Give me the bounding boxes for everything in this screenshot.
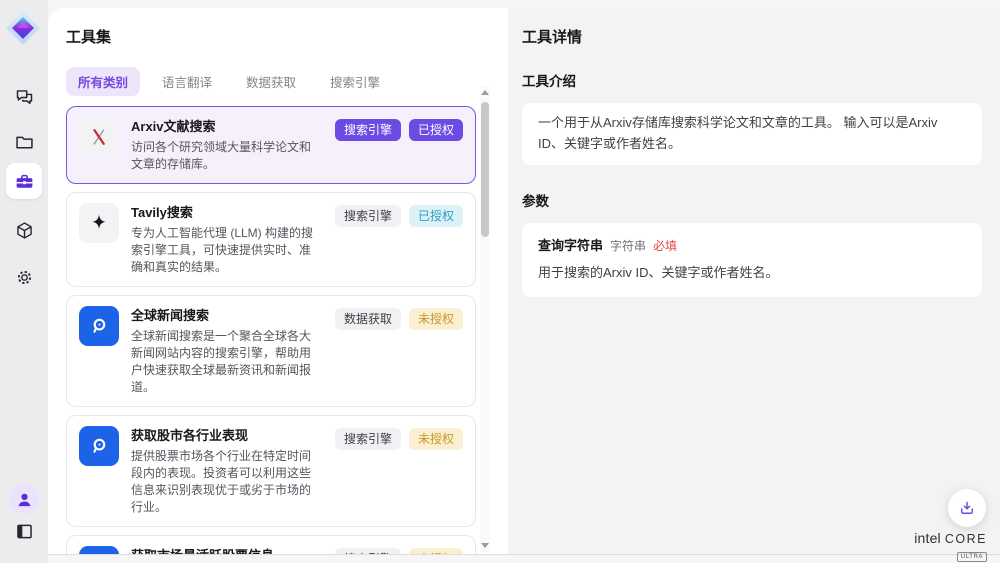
download-button[interactable]: [948, 489, 986, 527]
tool-card[interactable]: Arxiv文献搜索 访问各个研究领域大量科学论文和文章的存储库。 搜索引擎已授权: [66, 106, 476, 184]
scroll-up-arrow-icon[interactable]: [481, 90, 489, 95]
tool-card[interactable]: 全球新闻搜索 全球新闻搜索是一个聚合全球各大新闻网站内容的搜索引擎，帮助用户快速…: [66, 295, 476, 407]
main-shell: 工具集 所有类别语言翻译数据获取搜索引擎 Arxiv文献搜索 访问各个研究领域大…: [48, 8, 1000, 555]
tool-detail-panel: 工具详情 工具介绍 一个用于从Arxiv存储库搜索科学论文和文章的工具。 输入可…: [508, 8, 1000, 554]
param-required-label: 必填: [653, 237, 677, 256]
user-avatar-icon: [14, 489, 35, 510]
params-heading: 参数: [522, 190, 982, 210]
tool-title: 全球新闻搜索: [131, 307, 323, 325]
intro-heading: 工具介绍: [522, 70, 982, 90]
search-blue-icon: [79, 426, 119, 466]
tool-title: Tavily搜索: [131, 204, 323, 222]
tool-description: 提供股票市场各个行业在特定时间段内的表现。投资者可以利用这些信息来识别表现优于或…: [131, 448, 323, 516]
auth-status-badge: 已授权: [409, 119, 463, 141]
tool-title: 获取股市各行业表现: [131, 427, 323, 445]
tool-badges: 搜索引擎已授权: [335, 117, 463, 173]
user-profile-button[interactable]: [6, 481, 42, 517]
param-type: 字符串: [610, 237, 646, 256]
brand-intel-text: intel: [914, 531, 941, 545]
intro-box: 一个用于从Arxiv存储库搜索科学论文和文章的工具。 输入可以是Arxiv ID…: [522, 103, 982, 165]
arxiv-x-icon: [79, 117, 119, 157]
collapse-sidebar-button[interactable]: [6, 513, 42, 549]
tool-title: Arxiv文献搜索: [131, 118, 323, 136]
category-badge: 搜索引擎: [335, 119, 401, 141]
brand-ultra-badge: ultra: [957, 552, 987, 562]
intro-text: 一个用于从Arxiv存储库搜索科学论文和文章的工具。 输入可以是Arxiv ID…: [538, 115, 937, 151]
tool-badges: 数据获取未授权: [335, 306, 463, 396]
chat-icon: [14, 87, 35, 108]
sparkle-icon: [79, 203, 119, 243]
category-badge: 搜索引擎: [335, 548, 401, 555]
brand-core-text: CORE: [945, 533, 987, 546]
search-blue-icon: [79, 306, 119, 346]
tool-description: 专为人工智能代理 (LLM) 构建的搜索引擎工具，可快速提供实时、准确和真实的结…: [131, 225, 323, 276]
auth-status-badge: 未授权: [409, 548, 463, 555]
auth-status-badge: 已授权: [409, 205, 463, 227]
sidebar-item-tools[interactable]: [6, 163, 42, 199]
tool-badges: 搜索引擎已授权: [335, 203, 463, 276]
tool-card[interactable]: Tavily搜索 专为人工智能代理 (LLM) 构建的搜索引擎工具，可快速提供实…: [66, 192, 476, 287]
tab-1[interactable]: 语言翻译: [150, 67, 224, 96]
category-badge: 搜索引擎: [335, 428, 401, 450]
tool-badges: 搜索引擎未授权: [335, 426, 463, 516]
tab-2[interactable]: 数据获取: [234, 67, 308, 96]
category-tabs: 所有类别语言翻译数据获取搜索引擎: [66, 67, 508, 96]
sidebar-item-settings[interactable]: [6, 259, 42, 295]
page-title: 工具集: [66, 26, 508, 47]
tab-0[interactable]: 所有类别: [66, 67, 140, 96]
tool-card[interactable]: 获取市场最活跃股票信息 提供当天交易量最高的股票列表，投资者可以利用这些信息来识…: [66, 535, 476, 555]
param-name: 查询字符串: [538, 236, 603, 257]
cube-icon: [14, 220, 35, 241]
param-description: 用于搜索的Arxiv ID、关键字或作者姓名。: [538, 263, 966, 284]
detail-title: 工具详情: [522, 26, 982, 47]
tab-3[interactable]: 搜索引擎: [318, 67, 392, 96]
auth-status-badge: 未授权: [409, 428, 463, 450]
download-icon: [958, 499, 976, 517]
search-blue-icon: [79, 546, 119, 555]
toolbox-icon: [14, 171, 35, 192]
sidebar-item-chat[interactable]: [6, 79, 42, 115]
tool-badges: 搜索引擎 未授权: [335, 546, 463, 555]
scrollbar-thumb[interactable]: [481, 102, 489, 237]
tool-description: 访问各个研究领域大量科学论文和文章的存储库。: [131, 139, 323, 173]
category-badge: 数据获取: [335, 308, 401, 330]
tool-cards: Arxiv文献搜索 访问各个研究领域大量科学论文和文章的存储库。 搜索引擎已授权…: [66, 106, 476, 555]
intel-core-logo: intel CORE ultra: [914, 531, 987, 562]
panel-toggle-icon: [14, 521, 35, 542]
folder-icon: [14, 132, 35, 153]
category-badge: 搜索引擎: [335, 205, 401, 227]
tool-description: 全球新闻搜索是一个聚合全球各大新闻网站内容的搜索引擎，帮助用户快速获取全球最新资…: [131, 328, 323, 396]
auth-status-badge: 未授权: [409, 308, 463, 330]
left-rail: [0, 0, 48, 563]
param-box: 查询字符串 字符串 必填 用于搜索的Arxiv ID、关键字或作者姓名。: [522, 223, 982, 298]
list-scrollbar[interactable]: [480, 86, 490, 552]
gear-icon: [14, 267, 35, 288]
tool-card[interactable]: 获取股市各行业表现 提供股票市场各个行业在特定时间段内的表现。投资者可以利用这些…: [66, 415, 476, 527]
scroll-down-arrow-icon[interactable]: [481, 543, 489, 548]
tool-list-panel: 工具集 所有类别语言翻译数据获取搜索引擎 Arxiv文献搜索 访问各个研究领域大…: [48, 8, 508, 554]
sidebar-item-files[interactable]: [6, 124, 42, 160]
app-logo[interactable]: [5, 10, 41, 46]
sidebar-item-models[interactable]: [6, 212, 42, 248]
tool-title: 获取市场最活跃股票信息: [131, 547, 323, 555]
avatar: [9, 484, 39, 514]
